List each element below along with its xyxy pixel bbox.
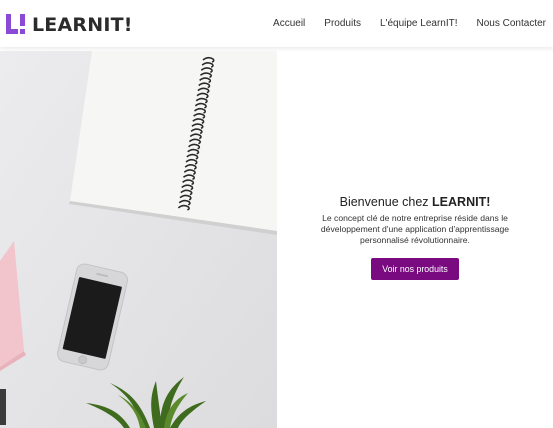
hero-title: Bienvenue chez LEARNIT! [340, 195, 491, 209]
hero-desk-photo [0, 51, 277, 428]
top-navbar: LEARNIT! Accueil Produits L'équipe Learn… [0, 0, 553, 47]
hero-title-brand: LEARNIT! [432, 195, 491, 209]
nav-link-produits[interactable]: Produits [324, 18, 361, 29]
logo-mark-icon [6, 13, 25, 34]
nav-link-accueil[interactable]: Accueil [273, 18, 305, 29]
hero-description: Le concept clé de notre entreprise résid… [320, 213, 510, 246]
brand-name: LEARNIT! [32, 13, 133, 36]
hero-title-prefix: Bienvenue chez [339, 195, 433, 209]
nav-link-contact[interactable]: Nous Contacter [477, 18, 546, 29]
view-products-button[interactable]: Voir nos produits [371, 257, 459, 280]
hero-section: Bienvenue chez LEARNIT! Le concept clé d… [0, 47, 553, 428]
nav-link-equipe[interactable]: L'équipe LearnIT! [380, 18, 458, 29]
hero-content: Bienvenue chez LEARNIT! Le concept clé d… [277, 47, 553, 428]
brand-logo[interactable]: LEARNIT! [4, 11, 133, 37]
main-nav: Accueil Produits L'équipe LearnIT! Nous … [273, 18, 546, 29]
